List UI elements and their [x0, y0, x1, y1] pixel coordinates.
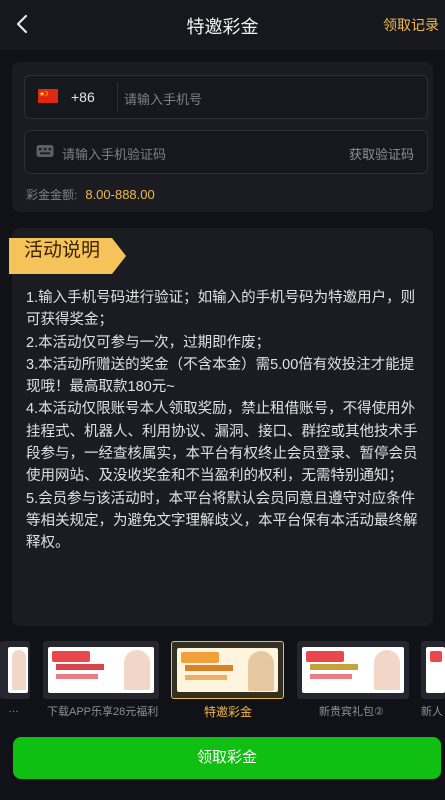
- verification-form: +86 请输入手机号 请输入手机验证码 获取验证码 彩金金额: 8.00-888.…: [12, 62, 433, 212]
- promo-banner: [302, 647, 404, 693]
- promo-headline: [185, 665, 233, 671]
- promo-figure: [374, 650, 400, 690]
- section-title: 活动说明: [24, 240, 101, 261]
- promo-thumb-selected[interactable]: [171, 641, 284, 699]
- promo-banner: [48, 647, 154, 693]
- activity-description: 活动说明 1.输入手机号码进行验证；如输入的手机号码为特邀用户，则可获得奖金； …: [9, 228, 433, 626]
- promo-carousel: … 下载APP乐享28元福利 特邀彩金 新贵宾礼包② 新人: [0, 641, 445, 721]
- promo-badge: [181, 652, 219, 663]
- promo-label: 新贵宾礼包②: [319, 706, 384, 718]
- amount-label: 彩金金额:: [26, 188, 78, 202]
- promo-label: 新人: [421, 706, 443, 718]
- divider: [117, 82, 118, 112]
- promo-headline: [56, 664, 104, 670]
- promo-badge: [306, 651, 344, 662]
- china-flag-icon[interactable]: [38, 89, 58, 103]
- promo-figure: [12, 650, 26, 690]
- promo-label: …: [8, 703, 19, 715]
- promo-subline: [185, 675, 227, 680]
- get-code-button[interactable]: 获取验证码: [349, 144, 414, 163]
- promo-figure: [248, 651, 274, 691]
- promo-label-active: 特邀彩金: [204, 705, 253, 719]
- promo-badge: [430, 651, 442, 662]
- promo-figure: [124, 650, 150, 690]
- promo-label: 下载APP乐享28元福利: [47, 706, 159, 718]
- country-code[interactable]: +86: [71, 89, 95, 105]
- record-link[interactable]: 领取记录: [383, 15, 439, 35]
- promo-thumb[interactable]: [0, 641, 30, 699]
- promo-thumb[interactable]: [421, 641, 445, 699]
- rules-list: 1.输入手机号码进行验证；如输入的手机号码为特邀用户，则可获得奖金； 2.本活动…: [26, 287, 422, 555]
- promo-subline: [56, 674, 98, 679]
- promo-banner: [426, 647, 445, 693]
- promo-headline: [310, 664, 358, 670]
- claim-bonus-button[interactable]: 领取彩金: [13, 737, 441, 779]
- code-input[interactable]: 请输入手机验证码: [62, 144, 166, 163]
- rule-item: 5.会员参与该活动时，本平台将默认会员同意且遵守对应条件等相关规定，为避免文字理…: [26, 490, 418, 552]
- promo-banner: [177, 648, 278, 692]
- promo-subline: [310, 674, 352, 679]
- promo-thumb[interactable]: [43, 641, 159, 699]
- amount-value: 8.00-888.00: [85, 187, 155, 202]
- promo-thumb[interactable]: [297, 641, 409, 699]
- top-bar: 特邀彩金 领取记录: [0, 0, 445, 50]
- promo-badge: [52, 651, 90, 662]
- rule-item: 3.本活动所赠送的奖金（不含本金）需5.00倍有效投注才能提现哦！最高取款180…: [26, 356, 415, 396]
- amount-row: 彩金金额: 8.00-888.00: [26, 186, 155, 203]
- keyboard-icon: [36, 145, 54, 157]
- promo-banner: [8, 647, 28, 693]
- rule-item: 2.本活动仅可参与一次，过期即作废；: [26, 334, 271, 351]
- page-title: 特邀彩金: [186, 17, 259, 37]
- code-field[interactable]: 请输入手机验证码 获取验证码: [24, 130, 428, 174]
- phone-input[interactable]: 请输入手机号: [124, 89, 202, 108]
- rule-item: 1.输入手机号码进行验证；如输入的手机号码为特邀用户，则可获得奖金；: [26, 290, 416, 329]
- rule-item: 4.本活动仅限账号本人领取奖励，禁止租借账号，不得使用外挂程式、机器人、利用协议…: [26, 401, 418, 485]
- phone-field[interactable]: +86 请输入手机号: [24, 75, 428, 119]
